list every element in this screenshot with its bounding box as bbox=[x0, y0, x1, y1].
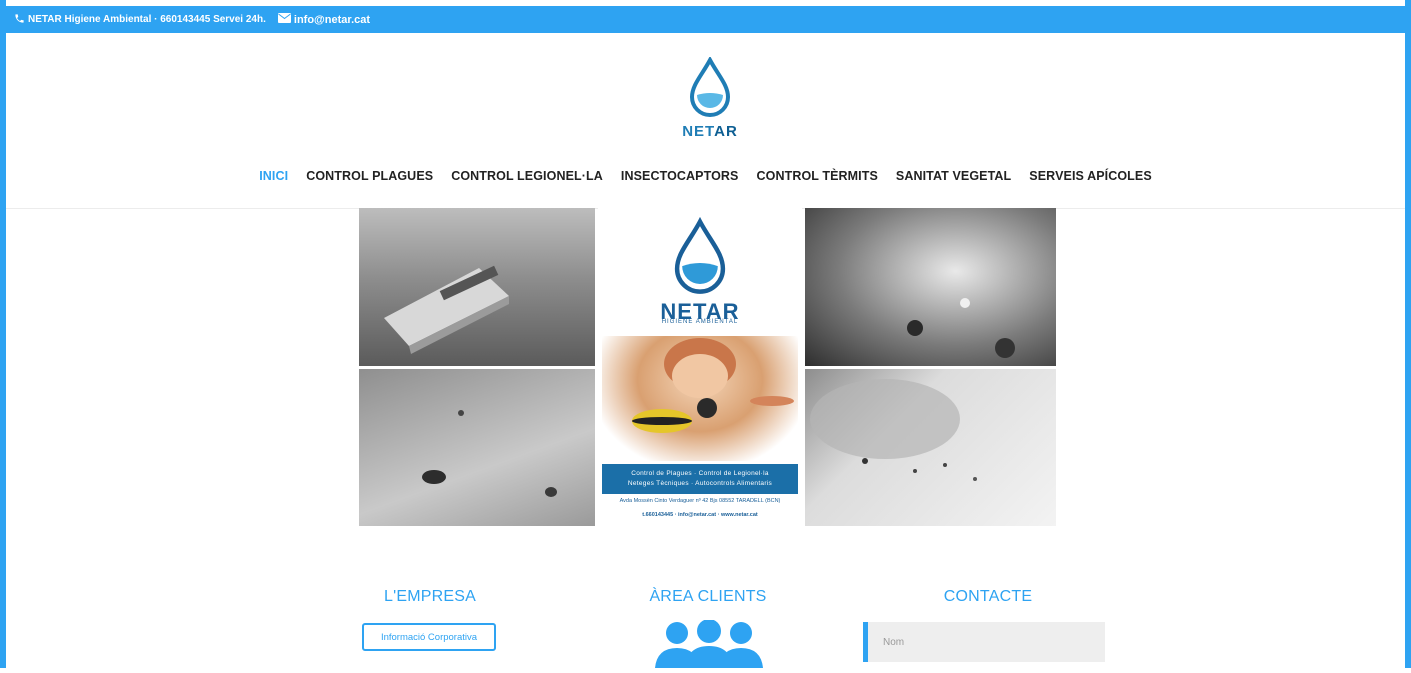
logo-text: NETAR bbox=[682, 123, 738, 140]
poster-child-wasp-photo bbox=[602, 336, 798, 461]
netar-poster: NETAR HIGIENE AMBIENTAL Control de Plagu… bbox=[598, 208, 802, 526]
poster-address: Avda Mossèn Cinto Verdaguer nº 42 Bjs 08… bbox=[619, 498, 781, 504]
nav-item-control-termits[interactable]: CONTROL TÈRMITS bbox=[757, 169, 878, 183]
poster-services-band: Control de Plagues · Control de Legionel… bbox=[602, 464, 798, 494]
page-frame-right bbox=[1405, 0, 1411, 668]
phone-info[interactable]: NETAR Higiene Ambiental · 660143445 Serv… bbox=[14, 13, 266, 27]
phone-icon bbox=[14, 13, 28, 27]
hero-collage: NETAR HIGIENE AMBIENTAL Control de Plagu… bbox=[359, 208, 1056, 526]
email-info[interactable]: info@netar.cat bbox=[277, 13, 371, 26]
users-group-icon bbox=[655, 619, 763, 668]
envelope-icon bbox=[277, 13, 294, 26]
dusty-cloth-image bbox=[805, 369, 1056, 526]
nav-item-sanitat-vegetal[interactable]: SANITAT VEGETAL bbox=[896, 169, 1011, 183]
mousetrap-image bbox=[359, 208, 595, 366]
poster-drop-icon bbox=[674, 216, 726, 294]
section-title-contacte: CONTACTE bbox=[943, 588, 1033, 605]
dead-fly-image bbox=[359, 369, 595, 526]
water-drop-icon bbox=[689, 55, 731, 117]
section-title-area-clients: ÀREA CLIENTS bbox=[649, 588, 767, 605]
contact-name-placeholder: Nom bbox=[883, 636, 905, 648]
poster-subtitle: HIGIENE AMBIENTAL bbox=[661, 319, 739, 325]
top-bar: NETAR Higiene Ambiental · 660143445 Serv… bbox=[6, 6, 1405, 33]
main-nav: INICI CONTROL PLAGUES CONTROL LEGIONEL·L… bbox=[6, 169, 1405, 183]
site-logo[interactable]: NETAR bbox=[680, 55, 740, 140]
site-header: NETAR INICI CONTROL PLAGUES CONTROL LEGI… bbox=[6, 33, 1405, 209]
email-text: info@netar.cat bbox=[293, 13, 371, 26]
contact-name-field[interactable]: Nom bbox=[863, 622, 1105, 662]
nav-item-inici[interactable]: INICI bbox=[259, 169, 288, 183]
water-splash-image bbox=[805, 208, 1056, 366]
nav-item-insectocaptors[interactable]: INSECTOCAPTORS bbox=[621, 169, 739, 183]
phone-text: NETAR Higiene Ambiental · 660143445 Serv… bbox=[28, 14, 266, 25]
clients-area-link[interactable] bbox=[655, 619, 763, 673]
poster-contact: t.660143445 · info@netar.cat · www.netar… bbox=[642, 512, 758, 518]
nav-item-control-legionella[interactable]: CONTROL LEGIONEL·LA bbox=[451, 169, 603, 183]
nav-item-control-plagues[interactable]: CONTROL PLAGUES bbox=[306, 169, 433, 183]
nav-item-serveis-apicoles[interactable]: SERVEIS APÍCOLES bbox=[1029, 169, 1151, 183]
corporate-info-button[interactable]: Informació Corporativa bbox=[362, 623, 496, 651]
section-title-empresa: L'EMPRESA bbox=[384, 588, 476, 605]
